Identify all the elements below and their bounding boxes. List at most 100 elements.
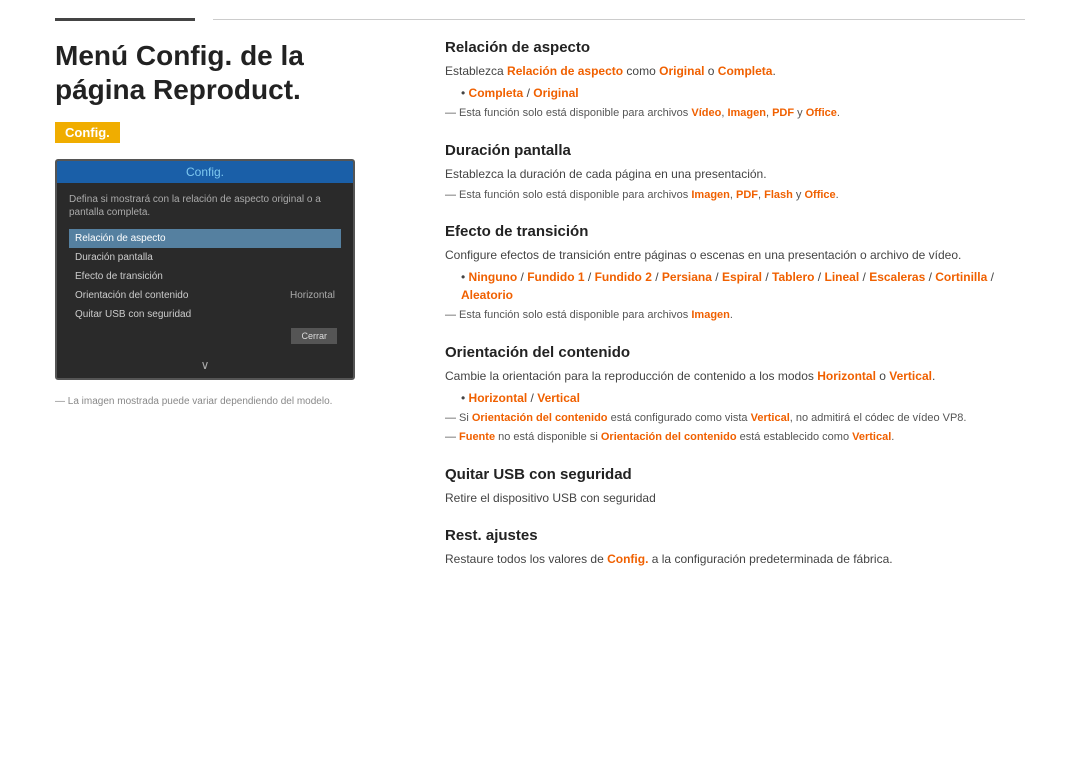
highlighted-text: Aleatorio: [461, 288, 513, 302]
screen-menu-item: Relación de aspecto: [69, 229, 341, 248]
normal-text: no está disponible si: [495, 431, 601, 443]
section-title: Quitar USB con seguridad: [445, 466, 1025, 483]
section-title: Relación de aspecto: [445, 39, 1025, 56]
section-paragraph: Configure efectos de transición entre pá…: [445, 246, 1025, 264]
normal-text: Restaure todos los valores de: [445, 552, 607, 566]
normal-text: y: [793, 189, 805, 201]
highlighted-text: Orientación del contenido: [472, 412, 608, 424]
normal-text: Configure efectos de transición entre pá…: [445, 248, 961, 262]
section-title: Duración pantalla: [445, 142, 1025, 159]
screen-title-bar: Config.: [57, 161, 353, 183]
screen-menu-item-label: Duración pantalla: [75, 252, 153, 263]
highlighted-text: Office: [806, 107, 837, 119]
normal-text: Retire el dispositivo USB con seguridad: [445, 491, 656, 505]
top-bar-left-line: [55, 18, 195, 21]
screen-menu-item-label: Quitar USB con seguridad: [75, 309, 191, 320]
note-item: Esta función solo está disponible para a…: [445, 187, 1025, 204]
screen-body: Defina si mostrará con la relación de as…: [57, 183, 353, 354]
normal-text: /: [859, 270, 869, 284]
highlighted-text: Vertical: [537, 391, 580, 405]
note-item: Fuente no está disponible si Orientación…: [445, 429, 1025, 446]
normal-text: /: [987, 270, 994, 284]
section-paragraph: Retire el dispositivo USB con seguridad: [445, 489, 1025, 507]
highlighted-text: Office: [804, 189, 835, 201]
normal-text: /: [652, 270, 662, 284]
highlighted-text: PDF: [736, 189, 758, 201]
normal-text: , no admitirá el códec de vídeo VP8.: [790, 412, 967, 424]
normal-text: o: [704, 64, 717, 78]
highlighted-text: Vertical: [751, 412, 790, 424]
highlighted-text: Original: [659, 64, 704, 78]
normal-text: /: [523, 86, 533, 100]
normal-text: /: [925, 270, 935, 284]
normal-text: /: [517, 270, 527, 284]
screen-menu-item-value: Horizontal: [290, 290, 335, 301]
screen-menu-item-label: Relación de aspecto: [75, 233, 166, 244]
footnote: La imagen mostrada puede variar dependie…: [55, 396, 395, 407]
screen-mockup: Config. Defina si mostrará con la relaci…: [55, 159, 355, 380]
normal-text: como: [623, 64, 659, 78]
screen-button-row: Cerrar: [69, 328, 341, 344]
sections-container: Relación de aspecto Establezca Relación d…: [445, 39, 1025, 568]
note-item: Esta función solo está disponible para a…: [445, 307, 1025, 324]
normal-text: está configurado como vista: [608, 412, 751, 424]
highlighted-text: Lineal: [824, 270, 859, 284]
section-paragraph: Cambie la orientación para la reproducci…: [445, 367, 1025, 385]
highlighted-text: Imagen: [691, 189, 730, 201]
config-badge: Config.: [55, 122, 120, 143]
note-item: Esta función solo está disponible para a…: [445, 105, 1025, 122]
page-title: Menú Config. de la página Reproduct.: [55, 39, 395, 106]
normal-text: Esta función solo está disponible para a…: [459, 107, 691, 119]
screen-menu-item: Duración pantalla: [69, 248, 341, 267]
section-paragraph: Establezca Relación de aspecto como Orig…: [445, 62, 1025, 80]
bullet-item: Horizontal / Vertical: [461, 389, 1025, 407]
section-rest-ajustes: Rest. ajustesRestaure todos los valores …: [445, 527, 1025, 568]
highlighted-text: Vertical: [889, 369, 932, 383]
normal-text: Si: [459, 412, 472, 424]
highlighted-text: Config.: [607, 552, 648, 566]
normal-text: /: [762, 270, 772, 284]
main-content: Menú Config. de la página Reproduct. Con…: [0, 39, 1080, 588]
cerrar-button[interactable]: Cerrar: [291, 328, 337, 344]
screen-menu: Relación de aspecto Duración pantalla Efec…: [69, 229, 341, 324]
bullet-item: Ninguno / Fundido 1 / Fundido 2 / Persia…: [461, 268, 1025, 304]
highlighted-text: Fundido 1: [527, 270, 584, 284]
section-quitar-usb: Quitar USB con seguridad Retire el dispos…: [445, 466, 1025, 507]
top-bar-right-line: [213, 19, 1025, 20]
normal-text: .: [891, 431, 894, 443]
normal-text: a la configuración predeterminada de fáb…: [648, 552, 892, 566]
screen-chevron: ∨: [57, 354, 353, 378]
highlighted-text: Completa: [718, 64, 773, 78]
highlighted-text: PDF: [772, 107, 794, 119]
normal-text: /: [585, 270, 595, 284]
highlighted-text: Original: [533, 86, 578, 100]
normal-text: .: [837, 107, 840, 119]
right-column: Relación de aspecto Establezca Relación d…: [445, 39, 1025, 588]
normal-text: .: [932, 369, 935, 383]
highlighted-text: Fundido 2: [595, 270, 652, 284]
note-item: Si Orientación del contenido está config…: [445, 410, 1025, 427]
section-title: Orientación del contenido: [445, 344, 1025, 361]
normal-text: y: [794, 107, 806, 119]
normal-text: Establezca: [445, 64, 507, 78]
highlighted-text: Escaleras: [869, 270, 925, 284]
highlighted-text: Espiral: [722, 270, 762, 284]
section-paragraph: Establezca la duración de cada página en…: [445, 165, 1025, 183]
normal-text: está establecido como: [737, 431, 853, 443]
screen-menu-item: Efecto de transición: [69, 267, 341, 286]
highlighted-text: Orientación del contenido: [601, 431, 737, 443]
screen-menu-item: Orientación del contenidoHorizontal: [69, 286, 341, 305]
highlighted-text: Completa: [469, 86, 524, 100]
highlighted-text: Cortinilla: [935, 270, 987, 284]
highlighted-text: Horizontal: [469, 391, 528, 405]
normal-text: .: [772, 64, 775, 78]
highlighted-text: Imagen: [727, 107, 766, 119]
normal-text: Cambie la orientación para la reproducci…: [445, 369, 817, 383]
highlighted-text: Vídeo: [691, 107, 721, 119]
normal-text: Establezca la duración de cada página en…: [445, 167, 767, 181]
highlighted-text: Fuente: [459, 431, 495, 443]
highlighted-text: Imagen: [691, 309, 730, 321]
highlighted-text: Horizontal: [817, 369, 876, 383]
left-column: Menú Config. de la página Reproduct. Con…: [55, 39, 395, 588]
normal-text: .: [836, 189, 839, 201]
